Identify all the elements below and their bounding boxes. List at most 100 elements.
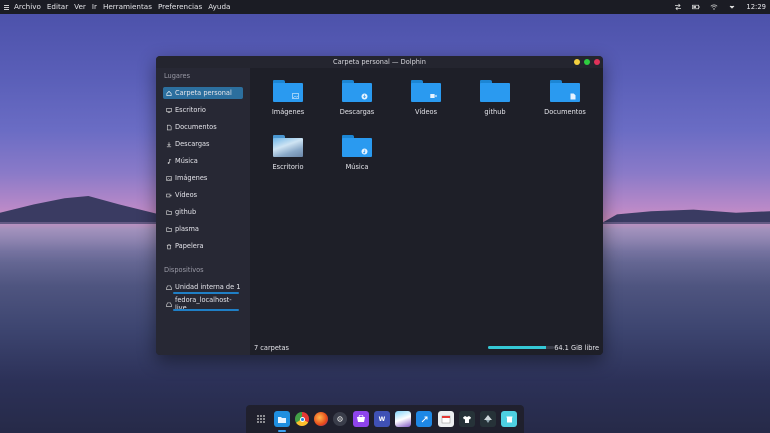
folder-icon [480, 80, 510, 102]
music-icon [166, 158, 172, 164]
writer-icon[interactable]: W [373, 411, 390, 427]
shirt-icon[interactable] [458, 411, 475, 427]
folder-icon [411, 80, 441, 102]
window-title: Carpeta personal — Dolphin [333, 58, 426, 66]
drive-icon [166, 301, 172, 307]
sidebar-item-label: Unidad interna de 1 [175, 283, 241, 291]
file-item-documentos[interactable]: Documentos [533, 80, 597, 116]
minimize-button[interactable] [574, 59, 580, 65]
file-item-escritorio[interactable]: Escritorio [256, 135, 320, 171]
file-label: Descargas [339, 108, 375, 116]
sidebar-item-label: Papelera [175, 242, 204, 250]
trash-icon [166, 243, 172, 249]
device-usage-bar [173, 309, 239, 311]
top-panel: Archivo Editar Ver Ir Herramientas Prefe… [0, 0, 770, 14]
sidebar-item-escritorio[interactable]: Escritorio [163, 104, 243, 116]
sidebar-item-label: Descargas [175, 140, 210, 148]
file-item-videos[interactable]: Vídeos [394, 80, 458, 116]
places-sidebar: Lugares Carpeta personal Escritorio Docu… [156, 68, 250, 355]
folder-icon [342, 80, 372, 102]
file-label: github [484, 108, 506, 116]
desktop-icon [273, 135, 303, 157]
sidebar-item-label: Imágenes [175, 174, 208, 182]
folder-count: 7 carpetas [254, 343, 289, 352]
documents-icon [569, 93, 576, 99]
sidebar-item-musica[interactable]: Música [163, 155, 243, 167]
window-titlebar[interactable]: Carpeta personal — Dolphin [156, 56, 603, 68]
device-usage-bar [173, 292, 239, 294]
settings-icon[interactable] [333, 412, 348, 426]
file-item-imagenes[interactable]: Imágenes [256, 80, 320, 116]
system-tray: 12:29 [674, 0, 766, 14]
documents-icon [166, 124, 172, 130]
file-view: Imágenes Descargas Vídeos github Documen… [250, 68, 603, 355]
dolphin-icon[interactable] [273, 411, 290, 432]
dock: W [246, 405, 524, 433]
videos-icon [166, 192, 172, 198]
sidebar-item-label: Escritorio [175, 106, 206, 114]
home-icon [166, 90, 172, 96]
maximize-button[interactable] [584, 59, 590, 65]
file-label: Documentos [544, 108, 586, 116]
firefox-icon[interactable] [314, 412, 329, 426]
sidebar-item-label: Carpeta personal [175, 89, 232, 97]
sidebar-item-documentos[interactable]: Documentos [163, 121, 243, 133]
sidebar-item-github[interactable]: github [163, 206, 243, 218]
inkscape-icon[interactable] [480, 411, 497, 427]
clock[interactable]: 12:29 [746, 3, 766, 11]
menu-herramientas[interactable]: Herramientas [100, 0, 155, 14]
places-title: Lugares [164, 72, 191, 80]
file-item-descargas[interactable]: Descargas [325, 80, 389, 116]
folder-icon [166, 209, 172, 215]
sidebar-item-label: Música [175, 157, 198, 165]
sidebar-item-descargas[interactable]: Descargas [163, 138, 243, 150]
download-icon [361, 93, 368, 99]
file-item-musica[interactable]: Música [325, 135, 389, 171]
folder-icon [273, 80, 303, 102]
folder-icon [342, 135, 372, 157]
chevron-down-icon[interactable] [728, 3, 736, 11]
sidebar-item-label: Documentos [175, 123, 217, 131]
wifi-icon[interactable] [710, 3, 718, 11]
sidebar-item-label: Vídeos [175, 191, 198, 199]
free-space-label: 64.1 GiB libre [554, 343, 599, 352]
file-label: Música [345, 163, 369, 171]
sidebar-item-imagenes[interactable]: Imágenes [163, 172, 243, 184]
file-label: Escritorio [272, 163, 304, 171]
music-icon [361, 148, 368, 154]
menu-editar[interactable]: Editar [44, 0, 71, 14]
calendar-icon[interactable] [437, 411, 454, 427]
hamburger-icon[interactable] [1, 0, 11, 14]
download-icon [166, 141, 172, 147]
dolphin-window: Carpeta personal — Dolphin Lugares Carpe… [156, 56, 603, 355]
pictures-icon [166, 175, 172, 181]
file-label: Imágenes [271, 108, 305, 116]
battery-icon[interactable] [692, 3, 701, 11]
terminal-icon[interactable] [416, 411, 433, 427]
sidebar-item-videos[interactable]: Vídeos [163, 189, 243, 201]
menu-ayuda[interactable]: Ayuda [205, 0, 233, 14]
sidebar-item-carpeta-personal[interactable]: Carpeta personal [163, 87, 243, 99]
sidebar-item-papelera[interactable]: Papelera [163, 240, 243, 252]
free-space-bar[interactable] [488, 346, 554, 349]
image-viewer-icon[interactable] [395, 411, 412, 427]
menu-ver[interactable]: Ver [71, 0, 89, 14]
free-space-fill [488, 346, 547, 349]
wallpaper-hills-left [0, 196, 170, 224]
app-grid-icon[interactable] [253, 411, 269, 427]
recycle-icon[interactable] [501, 411, 518, 427]
sidebar-item-plasma[interactable]: plasma [163, 223, 243, 235]
chrome-icon[interactable] [295, 412, 310, 426]
file-item-github[interactable]: github [463, 80, 527, 116]
store-icon[interactable] [352, 411, 369, 427]
menu-archivo[interactable]: Archivo [11, 0, 44, 14]
sidebar-item-label: plasma [175, 225, 199, 233]
folder-icon [550, 80, 580, 102]
menu-ir[interactable]: Ir [89, 0, 100, 14]
sidebar-item-label: github [175, 208, 197, 216]
transfer-icon[interactable] [674, 3, 682, 11]
videos-icon [430, 93, 437, 99]
menu-preferencias[interactable]: Preferencias [155, 0, 205, 14]
pictures-icon [292, 93, 299, 99]
close-button[interactable] [594, 59, 600, 65]
